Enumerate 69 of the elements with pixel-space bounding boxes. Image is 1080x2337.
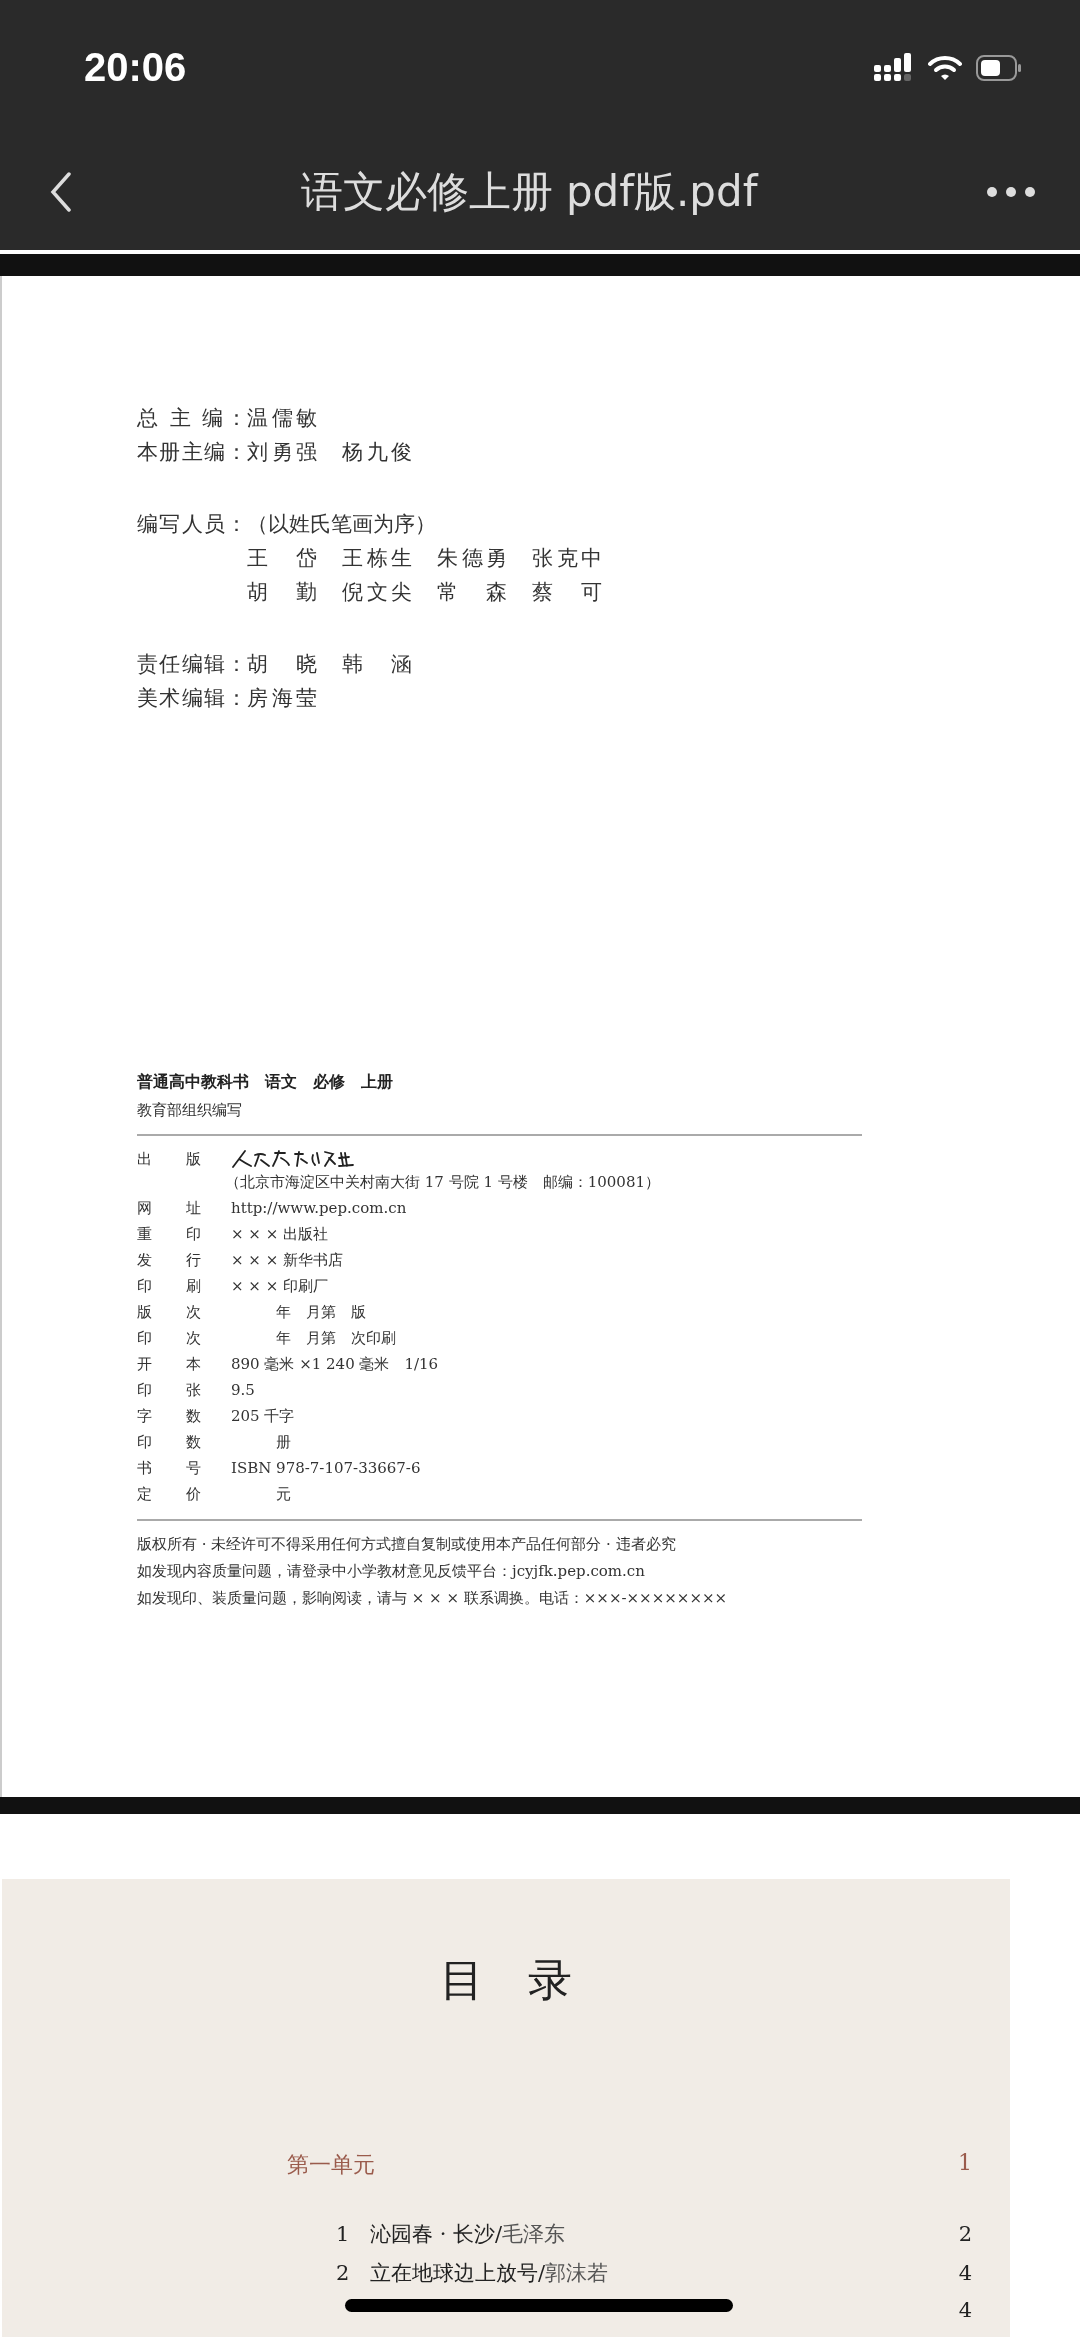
book-title: 普通高中教科书 语文 必修 上册	[137, 1071, 394, 1093]
field-label: 重 印	[137, 1223, 201, 1245]
toc-title: 目 录	[439, 1953, 573, 2007]
credit-name: 王栋生	[342, 544, 412, 572]
lesson-author: 郭沫若	[545, 2261, 609, 2285]
field-label: 印 张	[137, 1379, 201, 1401]
credit-label: 编写人员：	[137, 510, 247, 538]
field-label: 定 价	[137, 1483, 201, 1505]
credit-name: 朱德勇	[437, 544, 507, 572]
document-title: 语文必修上册 pdf版.pdf	[300, 166, 758, 219]
status-time: 20:06	[84, 45, 187, 90]
book-subtitle: 教育部组织编写	[137, 1100, 243, 1120]
field-label: 版 次	[137, 1301, 201, 1323]
field-label: 印 次	[137, 1327, 201, 1349]
page-number: 4	[958, 2261, 972, 2285]
credit-name: 胡 晓	[247, 650, 317, 678]
lesson-title: 立在地球边上放号/	[370, 2261, 546, 2285]
field-value: × × × 印刷厂	[231, 1275, 328, 1297]
page-number: 4	[958, 2298, 972, 2322]
field-value: http://www.pep.com.cn	[231, 1197, 407, 1219]
field-value: 年 月第 版	[275, 1301, 366, 1323]
field-value: 205 千字	[231, 1405, 295, 1427]
field-value: 册	[275, 1431, 291, 1453]
field-value: × × × 出版社	[231, 1223, 328, 1245]
credit-name: 蔡 可	[532, 578, 602, 606]
field-label: 字 数	[137, 1405, 201, 1427]
notice-text: 版权所有 · 未经许可不得采用任何方式擅自复制或使用本产品任何部分 · 违者必究	[137, 1533, 677, 1555]
credit-name: 房海莹	[247, 684, 317, 712]
field-value: × × × 新华书店	[231, 1249, 343, 1271]
lesson-title: 沁园春 · 长沙/	[370, 2222, 503, 2246]
field-label: 开 本	[137, 1353, 201, 1375]
field-label: 印 刷	[137, 1275, 201, 1297]
page-number: 1	[958, 2150, 972, 2177]
page-number: 2	[958, 2222, 972, 2246]
lesson-author: 毛泽东	[502, 2222, 566, 2246]
notice-text: 如发现印、装质量问题，影响阅读，请与 × × × 联系调换。电话：×××-××××××××	[137, 1587, 729, 1609]
field-value: 年 月第 次印刷	[275, 1327, 396, 1349]
field-value: ISBN 978-7-107-33667-6	[231, 1457, 421, 1479]
signal-icon	[874, 52, 914, 83]
battery-icon	[976, 54, 1022, 81]
credit-label: 总 主 编：	[137, 404, 247, 432]
credit-name: 常 森	[437, 578, 507, 606]
publisher-logo-icon	[231, 1148, 356, 1169]
credit-name: 刘勇强	[247, 438, 317, 466]
field-label: 出 版	[137, 1148, 201, 1170]
credit-name: 张克中	[532, 544, 602, 572]
credit-name: 韩 涵	[342, 650, 412, 678]
lesson-number: 2	[336, 2261, 351, 2285]
field-label: 发 行	[137, 1249, 201, 1271]
field-label: 印 数	[137, 1431, 201, 1453]
field-value: 元	[275, 1483, 291, 1505]
field-value: 9.5	[231, 1379, 255, 1401]
credit-name: 胡 勤	[247, 578, 317, 606]
wifi-icon	[928, 54, 962, 81]
field-value: 890 毫米 ×1 240 毫米 1/16	[231, 1353, 439, 1375]
field-label: 书 号	[137, 1457, 201, 1479]
unit-title: 第一单元	[287, 2151, 375, 2179]
credit-name: 王 岱	[247, 544, 317, 572]
credit-name: 杨九俊	[342, 438, 412, 466]
credit-label: 美术编辑：	[137, 684, 247, 712]
credit-name: 倪文尖	[342, 578, 412, 606]
credit-name: 温儒敏	[247, 404, 317, 432]
lesson-number: 1	[336, 2222, 351, 2246]
publisher-address: （北京市海淀区中关村南大街 17 号院 1 号楼 邮编：100081）	[225, 1171, 660, 1193]
notice-text: 如发现内容质量问题，请登录中小学教材意见反馈平台：jcyjfk.pep.com.cn	[137, 1560, 646, 1582]
field-label: 网 址	[137, 1197, 201, 1219]
credit-label: 责任编辑：	[137, 650, 247, 678]
credit-note: （以姓氏笔画为序）	[247, 510, 437, 538]
credit-label: 本册主编：	[137, 438, 247, 466]
